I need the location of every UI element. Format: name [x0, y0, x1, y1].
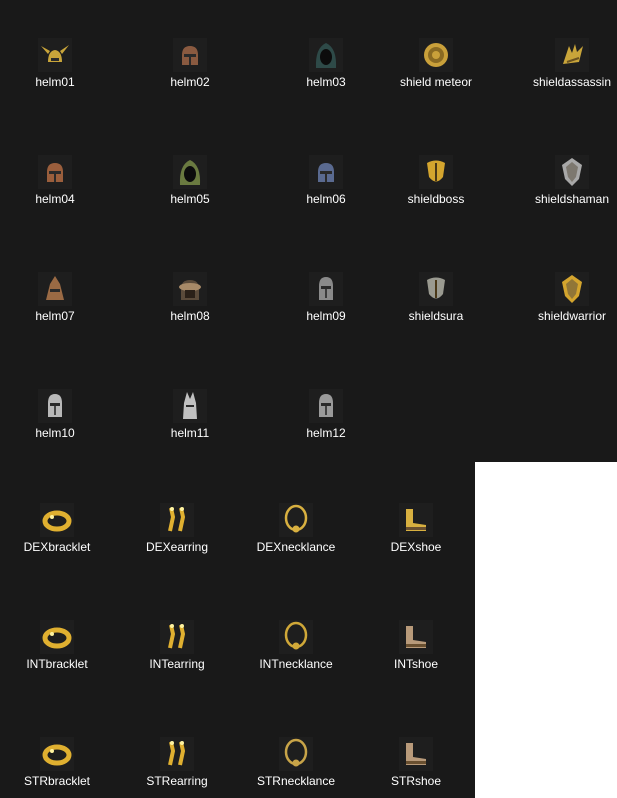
file-item[interactable]: INTearring	[109, 620, 245, 716]
file-name-label: helm08	[170, 309, 210, 323]
round-shield-icon	[419, 38, 453, 72]
knight-helm-icon	[38, 389, 72, 423]
file-item[interactable]: STRearring	[109, 737, 245, 798]
round-helm-icon	[173, 38, 207, 72]
file-name-label: shieldsura	[408, 309, 464, 323]
file-item[interactable]: shieldshaman	[504, 155, 617, 251]
file-name-label: STRnecklance	[256, 774, 336, 788]
bracelet-icon	[40, 620, 74, 654]
file-item[interactable]: helm05	[122, 155, 258, 251]
file-item[interactable]: STRbracklet	[0, 737, 125, 798]
necklace-icon	[279, 737, 313, 771]
file-name-label: helm02	[170, 75, 210, 89]
winged-helm-icon	[38, 38, 72, 72]
file-name-label: helm07	[35, 309, 75, 323]
file-name-label: helm01	[35, 75, 75, 89]
file-item[interactable]: INTbracklet	[0, 620, 125, 716]
file-item[interactable]: DEXshoe	[348, 503, 484, 599]
file-item[interactable]: STRshoe	[348, 737, 484, 798]
file-name-label: INTbracklet	[26, 657, 88, 671]
file-item[interactable]: DEXbracklet	[0, 503, 125, 599]
hood-helm-icon	[173, 155, 207, 189]
kite-shield-icon	[555, 272, 589, 306]
bracelet-icon	[40, 737, 74, 771]
file-name-label: helm10	[35, 426, 75, 440]
file-name-label: shield meteor	[399, 75, 473, 89]
file-item[interactable]: shieldwarrior	[504, 272, 617, 368]
shoe-icon	[399, 620, 433, 654]
fur-helm-icon	[173, 272, 207, 306]
file-item[interactable]: shield meteor	[368, 38, 504, 134]
necklace-icon	[279, 503, 313, 537]
file-name-label: shieldshaman	[534, 192, 610, 206]
bracelet-icon	[40, 503, 74, 537]
knight-helm-icon	[309, 389, 343, 423]
shoe-icon	[399, 737, 433, 771]
claw-shield-icon	[555, 38, 589, 72]
file-item[interactable]: helm04	[0, 155, 123, 251]
kite-shield-icon	[555, 155, 589, 189]
knight-helm-icon	[309, 272, 343, 306]
file-name-label: DEXshoe	[390, 540, 442, 554]
file-item[interactable]: helm02	[122, 38, 258, 134]
file-item[interactable]: DEXearring	[109, 503, 245, 599]
file-item[interactable]: shieldsura	[368, 272, 504, 368]
file-name-label: DEXnecklance	[256, 540, 336, 554]
crest-shield-icon	[419, 155, 453, 189]
file-name-label: helm04	[35, 192, 75, 206]
file-item[interactable]: STRnecklance	[228, 737, 364, 798]
file-name-label: STRbracklet	[23, 774, 91, 788]
necklace-icon	[279, 620, 313, 654]
spiked-helm-icon	[173, 389, 207, 423]
file-item[interactable]: helm07	[0, 272, 123, 368]
file-name-label: INTearring	[149, 657, 205, 671]
hood-helm-icon	[309, 38, 343, 72]
file-name-label: STRshoe	[390, 774, 442, 788]
round-helm-icon	[309, 155, 343, 189]
file-name-label: STRearring	[146, 774, 208, 788]
shoe-icon	[399, 503, 433, 537]
file-item[interactable]: helm08	[122, 272, 258, 368]
earring-icon	[160, 737, 194, 771]
pointed-helm-icon	[38, 272, 72, 306]
file-item[interactable]: helm10	[0, 389, 123, 485]
round-helm-icon	[38, 155, 72, 189]
file-item[interactable]: shieldboss	[368, 155, 504, 251]
file-name-label: shieldassassin	[532, 75, 612, 89]
file-name-label: DEXbracklet	[23, 540, 91, 554]
file-name-label: shieldboss	[407, 192, 465, 206]
earring-icon	[160, 503, 194, 537]
file-item[interactable]: DEXnecklance	[228, 503, 364, 599]
file-name-label: INTshoe	[393, 657, 439, 671]
file-name-label: DEXearring	[145, 540, 209, 554]
file-item[interactable]: shieldassassin	[504, 38, 617, 134]
file-item[interactable]: INTshoe	[348, 620, 484, 716]
file-name-label: shieldwarrior	[537, 309, 607, 323]
file-name-label: INTnecklance	[259, 657, 333, 671]
file-item[interactable]: helm01	[0, 38, 123, 134]
file-item[interactable]: helm12	[258, 389, 394, 485]
file-name-label: helm05	[170, 192, 210, 206]
file-name-label: helm11	[170, 426, 210, 440]
file-item[interactable]: helm11	[122, 389, 258, 485]
file-name-label: helm12	[306, 426, 346, 440]
file-item[interactable]: INTnecklance	[228, 620, 364, 716]
earring-icon	[160, 620, 194, 654]
crest-shield-icon	[419, 272, 453, 306]
